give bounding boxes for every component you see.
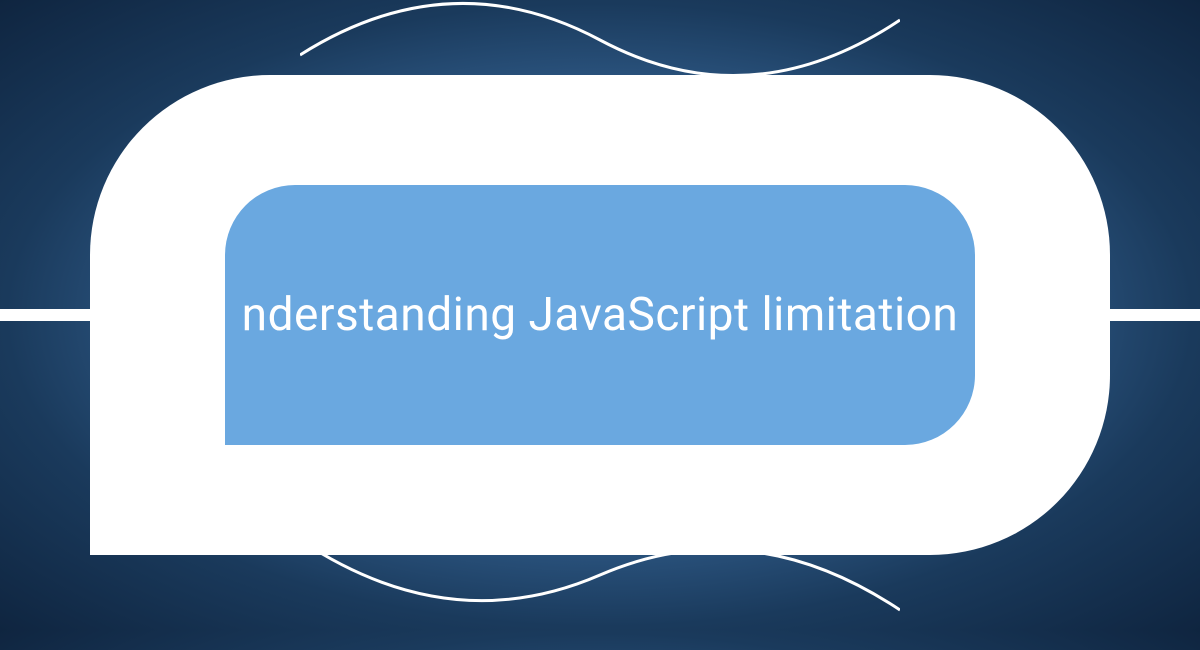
inner-blue-shape: nderstanding JavaScript limitation xyxy=(225,185,975,445)
card-title: nderstanding JavaScript limitation xyxy=(242,288,959,342)
